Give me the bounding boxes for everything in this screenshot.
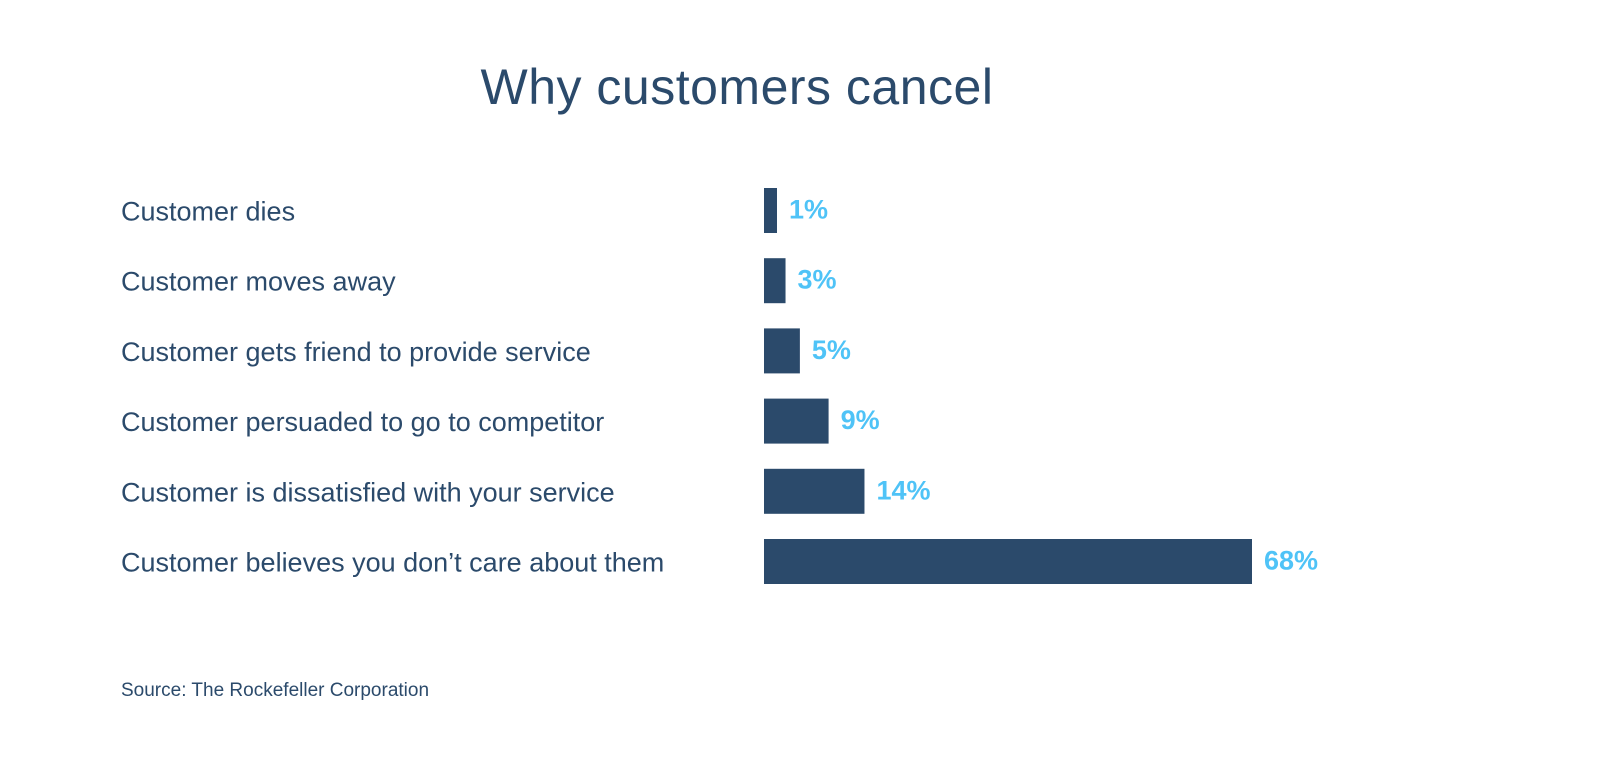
value-label: 3% xyxy=(798,265,837,295)
bar xyxy=(764,188,777,233)
value-label: 1% xyxy=(789,195,828,225)
value-label: 5% xyxy=(812,335,851,365)
bar xyxy=(764,398,829,444)
category-label: Customer believes you don’t care about t… xyxy=(121,548,664,578)
bar xyxy=(764,468,865,514)
bar xyxy=(764,328,800,374)
category-label: Customer is dissatisfied with your servi… xyxy=(121,477,615,507)
category-label: Customer gets friend to provide service xyxy=(121,337,591,367)
bar xyxy=(764,539,1252,584)
category-label: Customer persuaded to go to competitor xyxy=(121,407,604,437)
category-label: Customer moves away xyxy=(121,267,396,297)
bar xyxy=(764,258,786,304)
source-note: Source: The Rockefeller Corporation xyxy=(121,680,430,701)
value-label: 9% xyxy=(841,405,880,435)
value-label: 68% xyxy=(1264,546,1318,576)
bar-chart: Customer dies 1% Customer moves away 3% Cust… xyxy=(121,188,1318,584)
category-label: Customer dies xyxy=(121,197,295,227)
value-label: 14% xyxy=(876,475,930,505)
